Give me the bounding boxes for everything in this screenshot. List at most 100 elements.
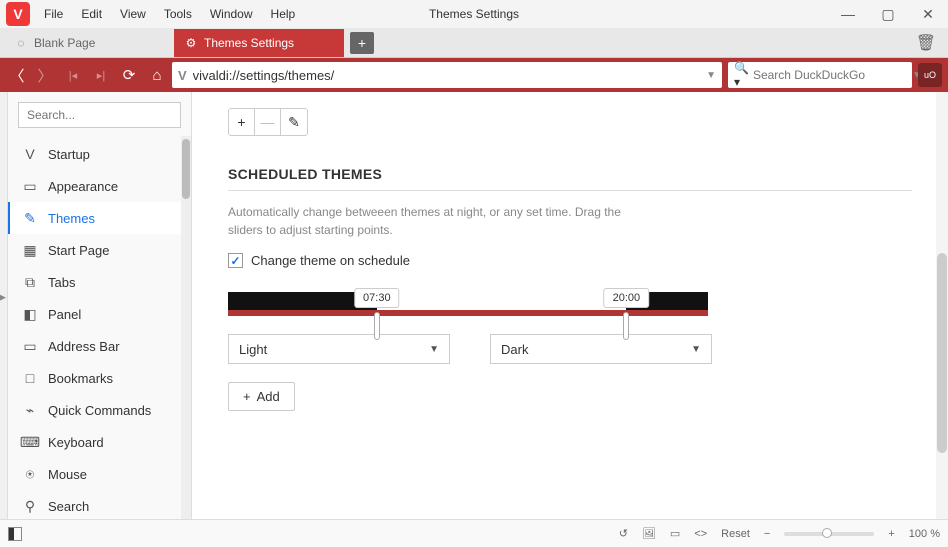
reload-button[interactable]: ⟳ (116, 62, 142, 88)
home-button[interactable]: ⌂ (144, 62, 170, 88)
image-toggle-icon[interactable]: 🖼 (642, 527, 656, 540)
sidebar-item-search[interactable]: ⚲Search (8, 490, 191, 519)
sidebar-item-appearance[interactable]: ▭Appearance (8, 170, 191, 202)
sidebar-item-quick-commands[interactable]: ⌁Quick Commands (8, 394, 191, 426)
start-handle[interactable] (374, 312, 380, 340)
page-actions-icon[interactable]: <> (694, 528, 707, 540)
tab-blank-page[interactable]: ◌ Blank Page (4, 29, 174, 57)
themes-icon: ✎ (22, 210, 38, 226)
settings-content: + — ✎ SCHEDULED THEMES Automatically cha… (192, 92, 948, 519)
remove-theme-button[interactable]: — (255, 109, 281, 135)
theme-selects: Light ▼ Dark ▼ (228, 334, 912, 364)
tab-label: Themes Settings (204, 36, 294, 50)
zoom-value: 100 % (909, 528, 940, 540)
panel-strip[interactable]: ▶ (0, 92, 8, 519)
zoom-slider[interactable] (784, 532, 874, 536)
content-scrollbar-thumb[interactable] (937, 253, 947, 453)
sidebar-scrollbar[interactable] (181, 136, 191, 519)
tabs-icon: ⧉ (22, 274, 38, 290)
theme-toolbar: + — ✎ (228, 108, 308, 136)
section-title: SCHEDULED THEMES (228, 166, 912, 182)
schedule-slider[interactable]: 07:30 Now 20:00 (228, 292, 708, 310)
sync-icon[interactable]: ↺ (619, 527, 628, 540)
settings-search-input[interactable] (18, 102, 181, 128)
panel-toggle-icon[interactable] (8, 527, 22, 541)
forward-button[interactable]: 〉 (32, 62, 58, 88)
add-schedule-button[interactable]: + Add (228, 382, 295, 411)
panel-expand-icon[interactable]: ▶ (0, 292, 6, 303)
tab-themes-settings[interactable]: ⚙ Themes Settings (174, 29, 344, 57)
sidebar-item-start-page[interactable]: ▦Start Page (8, 234, 191, 266)
sidebar-scrollbar-thumb[interactable] (182, 139, 190, 199)
url-field[interactable]: V ▼ (172, 62, 722, 88)
startup-icon: V (22, 146, 38, 162)
back-button[interactable]: 〈 (4, 62, 30, 88)
tiling-icon[interactable]: ▭ (670, 527, 680, 540)
schedule-checkbox[interactable]: ✓ (228, 253, 243, 268)
schedule-checkbox-row[interactable]: ✓ Change theme on schedule (228, 253, 912, 268)
menu-bar: File Edit View Tools Window Help (44, 7, 295, 21)
menu-help[interactable]: Help (271, 7, 296, 21)
panel-icon: ◧ (22, 306, 38, 322)
bookmarks-icon: □ (22, 370, 38, 386)
app-logo[interactable]: V (6, 2, 30, 26)
sidebar-item-startup[interactable]: VStartup (8, 138, 191, 170)
site-icon: V (178, 68, 187, 83)
schedule-day-segment (377, 292, 627, 310)
zoom-thumb[interactable] (822, 528, 832, 538)
settings-sidebar: VStartup ▭Appearance ✎Themes ▦Start Page… (8, 92, 192, 519)
chevron-down-icon: ▼ (429, 344, 439, 355)
url-dropdown-icon[interactable]: ▼ (706, 70, 716, 81)
sidebar-item-panel[interactable]: ◧Panel (8, 298, 191, 330)
sidebar-item-keyboard[interactable]: ⌨Keyboard (8, 426, 191, 458)
tab-label: Blank Page (34, 36, 95, 50)
day-theme-value: Light (239, 342, 267, 357)
addressbar-icon: ▭ (22, 338, 38, 354)
search-input[interactable] (753, 68, 908, 82)
add-label: Add (257, 389, 280, 404)
rewind-button[interactable]: |◂ (60, 62, 86, 88)
new-tab-button[interactable]: + (350, 32, 374, 54)
extension-button[interactable]: uO (918, 63, 942, 87)
globe-icon: ◌ (14, 36, 28, 50)
night-theme-value: Dark (501, 342, 528, 357)
night-theme-select[interactable]: Dark ▼ (490, 334, 712, 364)
content-scrollbar[interactable] (936, 92, 948, 519)
zoom-reset[interactable]: Reset (721, 528, 750, 540)
menu-tools[interactable]: Tools (164, 7, 192, 21)
titlebar: V File Edit View Tools Window Help Theme… (0, 0, 948, 28)
url-input[interactable] (193, 68, 700, 83)
search-field[interactable]: 🔍▾ ▼ (728, 62, 912, 88)
zoom-in-icon[interactable]: + (888, 528, 894, 540)
menu-window[interactable]: Window (210, 7, 253, 21)
window-title: Themes Settings (429, 7, 519, 21)
start-time-bubble: 07:30 (354, 288, 400, 308)
end-handle[interactable] (623, 312, 629, 340)
sidebar-item-tabs[interactable]: ⧉Tabs (8, 266, 191, 298)
maximize-button[interactable]: ▢ (868, 0, 908, 28)
menu-file[interactable]: File (44, 7, 63, 21)
mouse-icon: ⍟ (22, 466, 38, 482)
address-bar: 〈 〉 |◂ ▸| ⟳ ⌂ V ▼ 🔍▾ ▼ uO (0, 58, 948, 92)
schedule-accent (228, 310, 708, 316)
quickcommands-icon: ⌁ (22, 402, 38, 418)
add-theme-button[interactable]: + (229, 109, 255, 135)
edit-theme-button[interactable]: ✎ (281, 109, 307, 135)
day-theme-select[interactable]: Light ▼ (228, 334, 450, 364)
minimize-button[interactable]: — (828, 0, 868, 28)
search-engine-icon[interactable]: 🔍▾ (734, 61, 749, 89)
trash-icon[interactable]: 🗑 (916, 33, 936, 53)
zoom-out-icon[interactable]: − (764, 528, 770, 540)
sidebar-item-mouse[interactable]: ⍟Mouse (8, 458, 191, 490)
sidebar-item-bookmarks[interactable]: □Bookmarks (8, 362, 191, 394)
fast-forward-button[interactable]: ▸| (88, 62, 114, 88)
menu-view[interactable]: View (120, 7, 146, 21)
status-bar: ↺ 🖼 ▭ <> Reset − + 100 % (0, 519, 948, 547)
menu-edit[interactable]: Edit (81, 7, 102, 21)
close-button[interactable]: ✕ (908, 0, 948, 28)
startpage-icon: ▦ (22, 242, 38, 258)
sidebar-item-address-bar[interactable]: ▭Address Bar (8, 330, 191, 362)
sidebar-item-themes[interactable]: ✎Themes (8, 202, 191, 234)
keyboard-icon: ⌨ (22, 434, 38, 450)
divider (228, 190, 912, 191)
